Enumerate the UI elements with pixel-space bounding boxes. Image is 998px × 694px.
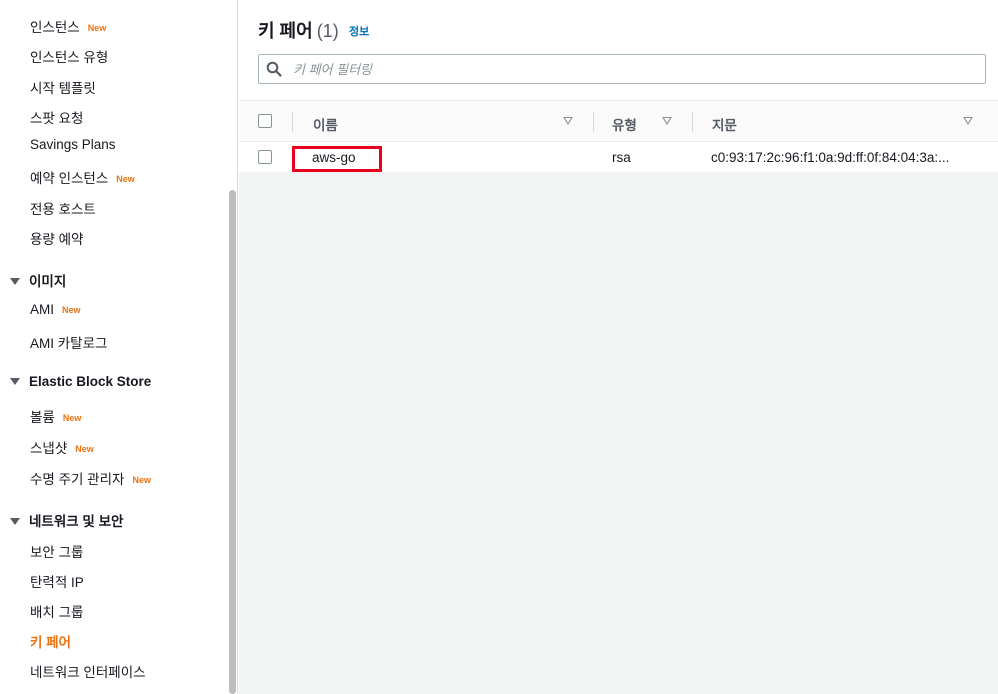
new-badge: New: [116, 174, 135, 184]
section-network-toggle[interactable]: 네트워크 및 보안: [10, 510, 123, 530]
section-title: 이미지: [29, 274, 67, 289]
sidebar-item-label: 스냅샷: [30, 441, 68, 456]
sidebar-item-lifecycle-manager[interactable]: 수명 주기 관리자 New: [30, 468, 151, 488]
sidebar-item-instances[interactable]: 인스턴스 New: [30, 16, 106, 36]
sidebar-item-label: 인스턴스 유형: [30, 50, 109, 65]
new-badge: New: [75, 444, 94, 454]
sidebar-item-label: AMI 카탈로그: [30, 336, 108, 351]
row-checkbox[interactable]: [258, 150, 272, 164]
section-ebs-toggle[interactable]: Elastic Block Store: [10, 374, 151, 389]
key-pair-fingerprint: c0:93:17:2c:96:f1:0a:9d:ff:0f:84:04:3a:.…: [711, 150, 950, 165]
info-link[interactable]: 정보: [349, 23, 369, 39]
sidebar-item-label: Savings Plans: [30, 137, 116, 152]
new-badge: New: [62, 413, 82, 423]
sidebar-item-dedicated-hosts[interactable]: 전용 호스트: [30, 198, 96, 218]
sidebar-scrollbar[interactable]: [229, 190, 236, 694]
sidebar-item-label: 네트워크 인터페이스: [30, 665, 146, 680]
sidebar-item-capacity-reservations[interactable]: 용량 예약: [30, 228, 83, 248]
annotation-highlight-box: [292, 146, 382, 172]
sidebar-item-label: AMI: [30, 302, 55, 317]
new-badge: New: [62, 305, 81, 315]
sidebar-item-snapshots[interactable]: 스냅샷 New: [30, 437, 94, 457]
column-header-fingerprint[interactable]: 지문: [712, 114, 737, 134]
sidebar-item-label: 용량 예약: [30, 232, 84, 247]
sidebar-item-key-pairs[interactable]: 키 페어: [30, 631, 71, 651]
sidebar-item-label: 전용 호스트: [30, 202, 96, 217]
select-all-checkbox[interactable]: [258, 114, 272, 128]
column-header-type[interactable]: 유형: [612, 114, 637, 134]
section-title: 네트워크 및 보안: [29, 514, 124, 529]
new-badge: New: [132, 475, 151, 485]
caret-down-icon: [10, 278, 20, 285]
key-pairs-panel: 키 페어(1) 정보 이름 유형 지문 aws-go rsa: [239, 0, 998, 172]
table-row[interactable]: aws-go rsa c0:93:17:2c:96:f1:0a:9d:ff:0f…: [239, 143, 998, 172]
item-count: (1): [316, 21, 339, 41]
sidebar-item-elastic-ip[interactable]: 탄력적 IP: [30, 571, 84, 591]
sidebar-item-ami[interactable]: AMI New: [30, 302, 81, 317]
caret-down-icon: [10, 518, 20, 525]
sidebar-item-savings-plans[interactable]: Savings Plans: [30, 137, 116, 152]
sidebar-item-label: 탄력적 IP: [30, 575, 84, 590]
sidebar-item-placement-groups[interactable]: 배치 그룹: [30, 601, 83, 621]
sidebar-item-label: 예약 인스턴스: [30, 171, 109, 186]
column-divider[interactable]: [692, 112, 693, 132]
sidebar-item-instance-types[interactable]: 인스턴스 유형: [30, 46, 108, 66]
key-pair-type: rsa: [612, 150, 631, 165]
new-badge: New: [87, 23, 107, 33]
sidebar-nav: 인스턴스 New 인스턴스 유형 시작 템플릿 스팟 요청 Savings Pla…: [0, 0, 238, 694]
sidebar-item-volumes[interactable]: 볼륨 New: [30, 406, 81, 426]
sidebar-item-spot-requests[interactable]: 스팟 요청: [30, 107, 83, 127]
section-images-toggle[interactable]: 이미지: [10, 270, 66, 290]
column-divider: [292, 112, 293, 132]
filter-search-input[interactable]: [293, 55, 973, 83]
sidebar-item-label: 시작 템플릿: [30, 81, 96, 96]
sidebar-item-label: 배치 그룹: [30, 605, 84, 620]
sidebar-item-label: 보안 그룹: [30, 545, 84, 560]
sort-fingerprint-icon[interactable]: [963, 117, 973, 125]
sort-name-icon[interactable]: [563, 117, 573, 125]
page-title-text: 키 페어: [258, 21, 313, 41]
sidebar-item-network-interfaces[interactable]: 네트워크 인터페이스: [30, 661, 146, 681]
sidebar-item-label: 스팟 요청: [30, 111, 84, 126]
sidebar-item-security-groups[interactable]: 보안 그룹: [30, 541, 83, 561]
sidebar-item-launch-templates[interactable]: 시작 템플릿: [30, 77, 96, 97]
sidebar-item-label: 수명 주기 관리자: [30, 472, 125, 487]
sidebar-item-label: 키 페어: [30, 635, 72, 650]
section-title: Elastic Block Store: [29, 374, 152, 389]
sidebar-item-reserved-instances[interactable]: 예약 인스턴스 New: [30, 167, 135, 187]
column-divider[interactable]: [593, 112, 594, 132]
filter-search-box: [258, 54, 986, 84]
table-header: 이름 유형 지문: [239, 100, 998, 142]
sidebar-item-label: 인스턴스: [30, 20, 80, 35]
sidebar-item-ami-catalog[interactable]: AMI 카탈로그: [30, 332, 107, 352]
main-content: 키 페어(1) 정보 이름 유형 지문 aws-go rsa: [239, 0, 998, 694]
page-title: 키 페어 (1): [258, 17, 339, 43]
search-icon: [266, 61, 282, 77]
sidebar-item-label: 볼륨: [30, 410, 55, 425]
caret-down-icon: [10, 378, 20, 385]
column-header-name[interactable]: 이름: [313, 114, 338, 134]
sort-type-icon[interactable]: [662, 117, 672, 125]
